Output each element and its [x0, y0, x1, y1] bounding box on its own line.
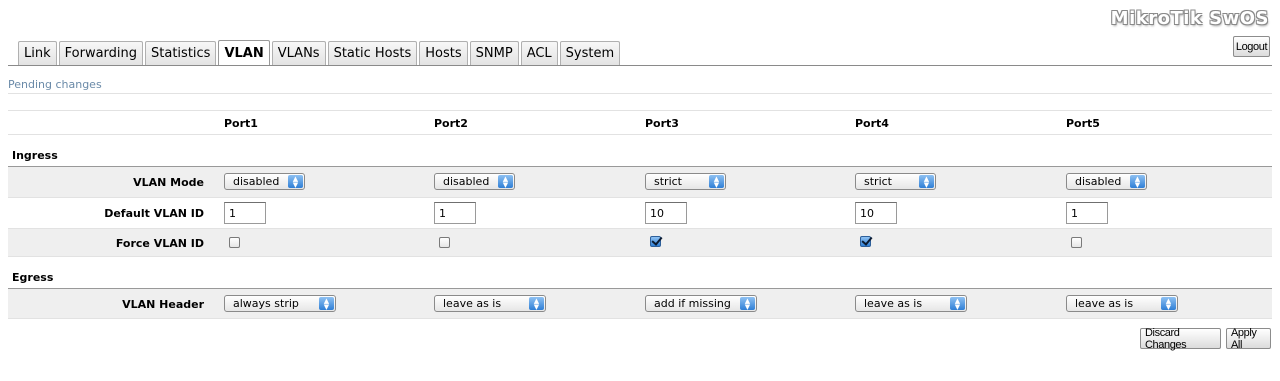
- tab-forwarding[interactable]: Forwarding: [58, 41, 144, 65]
- divider: [8, 256, 1272, 257]
- discard-changes-button[interactable]: Discard Changes: [1140, 327, 1221, 351]
- default-vlan-id-input-port3[interactable]: 10: [645, 202, 687, 224]
- tab-statistics[interactable]: Statistics: [145, 41, 217, 65]
- divider: [8, 228, 1272, 229]
- chevron-updown-icon: ▲ ▼: [950, 297, 965, 310]
- vlan-mode-select-port1[interactable]: disabled ▲ ▼: [224, 173, 305, 190]
- port-header: Port1: [224, 117, 258, 130]
- divider: [8, 197, 1272, 198]
- ingress-section-title: Ingress: [12, 149, 58, 162]
- chevron-updown-icon: ▲ ▼: [1130, 175, 1145, 188]
- default-vlan-id-label: Default VLAN ID: [104, 207, 204, 220]
- tab-system[interactable]: System: [559, 41, 621, 65]
- force-vlan-id-checkbox-port5[interactable]: [1071, 237, 1082, 248]
- force-vlan-id-label: Force VLAN ID: [115, 237, 204, 250]
- port-header: Port3: [645, 117, 679, 130]
- vlan-header-select-port3[interactable]: add if missing ▲ ▼: [645, 295, 757, 312]
- divider: [8, 134, 1272, 135]
- brand-logo: MikroTik SwOS: [1110, 8, 1269, 29]
- egress-section-title: Egress: [12, 271, 54, 284]
- divider: [8, 110, 1272, 111]
- chevron-updown-icon: ▲ ▼: [319, 297, 334, 310]
- force-vlan-id-checkbox-port2[interactable]: [439, 237, 450, 248]
- chevron-updown-icon: ▲ ▼: [709, 175, 724, 188]
- vlan-header-select-port4[interactable]: leave as is ▲ ▼: [855, 295, 967, 312]
- tab-link[interactable]: Link: [18, 41, 57, 65]
- chevron-updown-icon: ▲ ▼: [498, 175, 513, 188]
- logout-button[interactable]: Logout: [1233, 36, 1270, 57]
- chevron-updown-icon: ▲ ▼: [740, 297, 755, 310]
- port-header: Port5: [1066, 117, 1100, 130]
- tab-static-hosts[interactable]: Static Hosts: [327, 41, 418, 65]
- vlan-mode-select-port5[interactable]: disabled ▲ ▼: [1066, 173, 1147, 190]
- tab-vlan[interactable]: VLAN: [218, 40, 270, 66]
- vlan-header-select-port5[interactable]: leave as is ▲ ▼: [1066, 295, 1178, 312]
- tab-snmp[interactable]: SNMP: [469, 41, 519, 65]
- tab-divider: [8, 65, 1272, 66]
- vlan-mode-select-port2[interactable]: disabled ▲ ▼: [434, 173, 515, 190]
- default-vlan-id-input-port2[interactable]: 1: [434, 202, 476, 224]
- vlan-header-select-port1[interactable]: always strip ▲ ▼: [224, 295, 336, 312]
- chevron-updown-icon: ▲ ▼: [919, 175, 934, 188]
- divider: [8, 93, 1272, 94]
- default-vlan-id-input-port4[interactable]: 10: [855, 202, 897, 224]
- vlan-mode-select-port4[interactable]: strict ▲ ▼: [855, 173, 936, 190]
- port-header: Port4: [855, 117, 889, 130]
- apply-all-button[interactable]: Apply All: [1226, 327, 1271, 351]
- chevron-updown-icon: ▲ ▼: [288, 175, 303, 188]
- vlan-header-select-port2[interactable]: leave as is ▲ ▼: [434, 295, 546, 312]
- force-vlan-id-checkbox-port3[interactable]: [650, 236, 661, 247]
- divider: [8, 318, 1272, 319]
- port-header: Port2: [434, 117, 468, 130]
- tab-vlans[interactable]: VLANs: [271, 41, 326, 65]
- pending-changes-notice: Pending changes: [8, 78, 102, 91]
- default-vlan-id-input-port1[interactable]: 1: [224, 202, 266, 224]
- default-vlan-id-input-port5[interactable]: 1: [1066, 202, 1108, 224]
- chevron-updown-icon: ▲ ▼: [529, 297, 544, 310]
- tab-hosts[interactable]: Hosts: [419, 41, 468, 65]
- tab-acl[interactable]: ACL: [520, 41, 558, 65]
- vlan-mode-select-port3[interactable]: strict ▲ ▼: [645, 173, 726, 190]
- vlan-mode-label: VLAN Mode: [133, 176, 204, 189]
- chevron-updown-icon: ▲ ▼: [1161, 297, 1176, 310]
- force-vlan-id-checkbox-port4[interactable]: [860, 236, 871, 247]
- vlan-header-label: VLAN Header: [122, 298, 204, 311]
- tab-bar: Link Forwarding Statistics VLAN VLANs St…: [18, 40, 622, 66]
- force-vlan-id-checkbox-port1[interactable]: [229, 237, 240, 248]
